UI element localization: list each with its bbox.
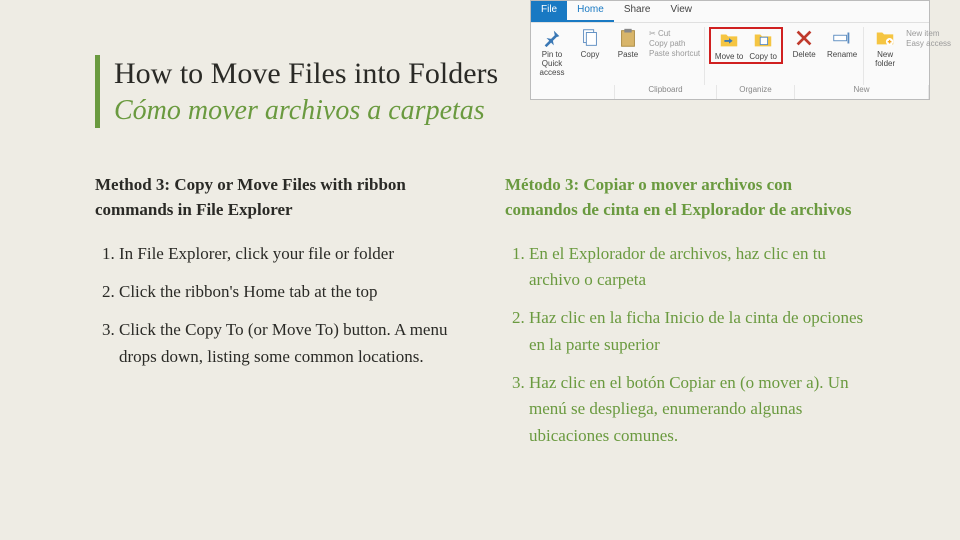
ribbon-tabs: File Home Share View bbox=[531, 1, 929, 23]
titles: How to Move Files into Folders Cómo move… bbox=[114, 55, 498, 128]
group-new: New folder New item Easy access bbox=[864, 27, 955, 85]
list-item: Click the Copy To (or Move To) button. A… bbox=[119, 317, 455, 370]
delete-button: Delete bbox=[787, 27, 821, 60]
ribbon-screenshot: File Home Share View Pin to Quick access… bbox=[530, 0, 930, 100]
paste-icon bbox=[617, 27, 639, 49]
new-extras: New item Easy access bbox=[906, 27, 951, 48]
copy-icon bbox=[579, 27, 601, 49]
btn-label: New folder bbox=[868, 51, 902, 69]
copyto-icon bbox=[752, 29, 774, 51]
paste-button: Paste bbox=[611, 27, 645, 60]
btn-label: Copy to bbox=[749, 53, 777, 62]
title-es: Cómo mover archivos a carpetas bbox=[114, 93, 498, 128]
tab-file: File bbox=[531, 1, 567, 22]
tab-view: View bbox=[661, 1, 703, 22]
organize-group-label: Organize bbox=[717, 85, 795, 99]
btn-label: Move to bbox=[715, 53, 743, 62]
accent-bar bbox=[95, 55, 100, 128]
list-item: Haz clic en la ficha Inicio de la cinta … bbox=[529, 305, 865, 358]
group-labels: Clipboard Organize New bbox=[531, 85, 929, 99]
cut-label: ✂ Cut bbox=[649, 29, 700, 38]
clipboard-group-label: Clipboard bbox=[615, 85, 717, 99]
rename-button: Rename bbox=[825, 27, 859, 60]
tab-home: Home bbox=[567, 1, 614, 22]
rename-icon bbox=[831, 27, 853, 49]
columns: Method 3: Copy or Move Files with ribbon… bbox=[95, 172, 865, 461]
title-en: How to Move Files into Folders bbox=[114, 55, 498, 93]
column-spanish: Método 3: Copiar o mover archivos con co… bbox=[505, 172, 865, 461]
newfolder-icon bbox=[874, 27, 896, 49]
btn-label: Delete bbox=[793, 51, 816, 60]
slide: How to Move Files into Folders Cómo move… bbox=[0, 0, 960, 540]
list-item: En el Explorador de archivos, haz clic e… bbox=[529, 241, 865, 294]
newfolder-button: New folder bbox=[868, 27, 902, 69]
moveto-button: Move to bbox=[712, 29, 746, 62]
method-heading-en: Method 3: Copy or Move Files with ribbon… bbox=[95, 172, 455, 223]
ribbon-body: Pin to Quick access Copy Paste ✂ Cut Cop… bbox=[531, 23, 929, 85]
btn-label: Pin to Quick access bbox=[535, 51, 569, 77]
group-organize: Move to Copy to Delete Rename bbox=[705, 27, 864, 85]
copy-button: Copy bbox=[573, 27, 607, 60]
pin-button: Pin to Quick access bbox=[535, 27, 569, 77]
copyto-button: Copy to bbox=[746, 29, 780, 62]
newitem-label: New item bbox=[906, 29, 951, 38]
group-clipboard: Pin to Quick access Copy Paste ✂ Cut Cop… bbox=[531, 27, 705, 85]
btn-label: Rename bbox=[827, 51, 857, 60]
copypath-label: Copy path bbox=[649, 39, 700, 48]
steps-es: En el Explorador de archivos, haz clic e… bbox=[505, 241, 865, 449]
btn-label: Copy bbox=[581, 51, 600, 60]
list-item: Click the ribbon's Home tab at the top bbox=[119, 279, 455, 305]
easyaccess-label: Easy access bbox=[906, 39, 951, 48]
pin-icon bbox=[541, 27, 563, 49]
tab-share: Share bbox=[614, 1, 661, 22]
btn-label: Paste bbox=[618, 51, 638, 60]
column-english: Method 3: Copy or Move Files with ribbon… bbox=[95, 172, 455, 461]
moveto-icon bbox=[718, 29, 740, 51]
new-group-label: New bbox=[795, 85, 929, 99]
list-item: In File Explorer, click your file or fol… bbox=[119, 241, 455, 267]
clipboard-extras: ✂ Cut Copy path Paste shortcut bbox=[649, 27, 700, 58]
pasteshort-label: Paste shortcut bbox=[649, 49, 700, 58]
method-heading-es: Método 3: Copiar o mover archivos con co… bbox=[505, 172, 865, 223]
highlight-box: Move to Copy to bbox=[709, 27, 783, 64]
delete-icon bbox=[793, 27, 815, 49]
list-item: Haz clic en el botón Copiar en (o mover … bbox=[529, 370, 865, 449]
steps-en: In File Explorer, click your file or fol… bbox=[95, 241, 455, 370]
